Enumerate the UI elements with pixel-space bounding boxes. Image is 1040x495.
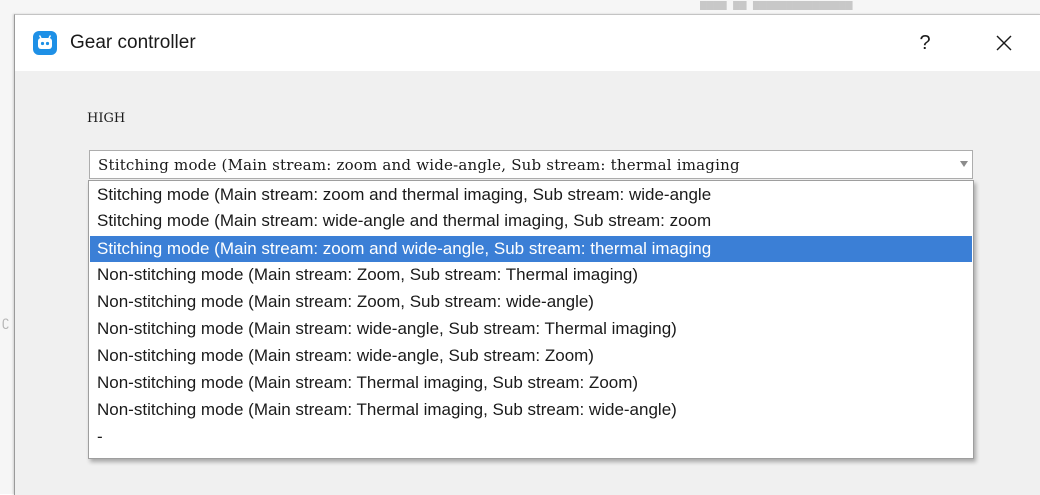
- dropdown-option[interactable]: Non-stitching mode (Main stream: Thermal…: [90, 370, 972, 396]
- help-icon: ?: [919, 31, 931, 54]
- partial-icon: ʗ: [2, 313, 9, 329]
- combobox-value: Stitching mode (Main stream: zoom and wi…: [98, 156, 740, 174]
- level-label: HIGH: [87, 111, 126, 126]
- help-button[interactable]: ?: [902, 25, 948, 61]
- dropdown-option[interactable]: Non-stitching mode (Main stream: wide-an…: [90, 316, 972, 342]
- close-icon: [996, 35, 1012, 51]
- close-button[interactable]: [981, 25, 1027, 61]
- mode-dropdown-list: Stitching mode (Main stream: zoom and th…: [88, 180, 974, 459]
- dropdown-option-selected[interactable]: Stitching mode (Main stream: zoom and wi…: [90, 236, 972, 262]
- window-title: Gear controller: [70, 32, 196, 53]
- background-window-text: ▆▆▆▆ ▆▆ ▆▆▆▆▆▆▆▆▆▆▆▆▆▆▆: [700, 0, 853, 10]
- title-bar: Gear controller ?: [15, 15, 1040, 71]
- chevron-down-icon[interactable]: [960, 161, 968, 167]
- mode-combobox[interactable]: Stitching mode (Main stream: zoom and wi…: [89, 150, 973, 179]
- dropdown-option[interactable]: Non-stitching mode (Main stream: Zoom, S…: [90, 262, 972, 288]
- dropdown-option[interactable]: Non-stitching mode (Main stream: Thermal…: [90, 397, 972, 423]
- dropdown-option[interactable]: Non-stitching mode (Main stream: Zoom, S…: [90, 289, 972, 315]
- dropdown-option[interactable]: Stitching mode (Main stream: zoom and th…: [90, 182, 972, 208]
- dropdown-option[interactable]: Non-stitching mode (Main stream: wide-an…: [90, 343, 972, 369]
- robot-icon: [33, 31, 57, 55]
- dropdown-option[interactable]: Stitching mode (Main stream: wide-angle …: [90, 208, 972, 234]
- dropdown-option[interactable]: -: [90, 424, 972, 450]
